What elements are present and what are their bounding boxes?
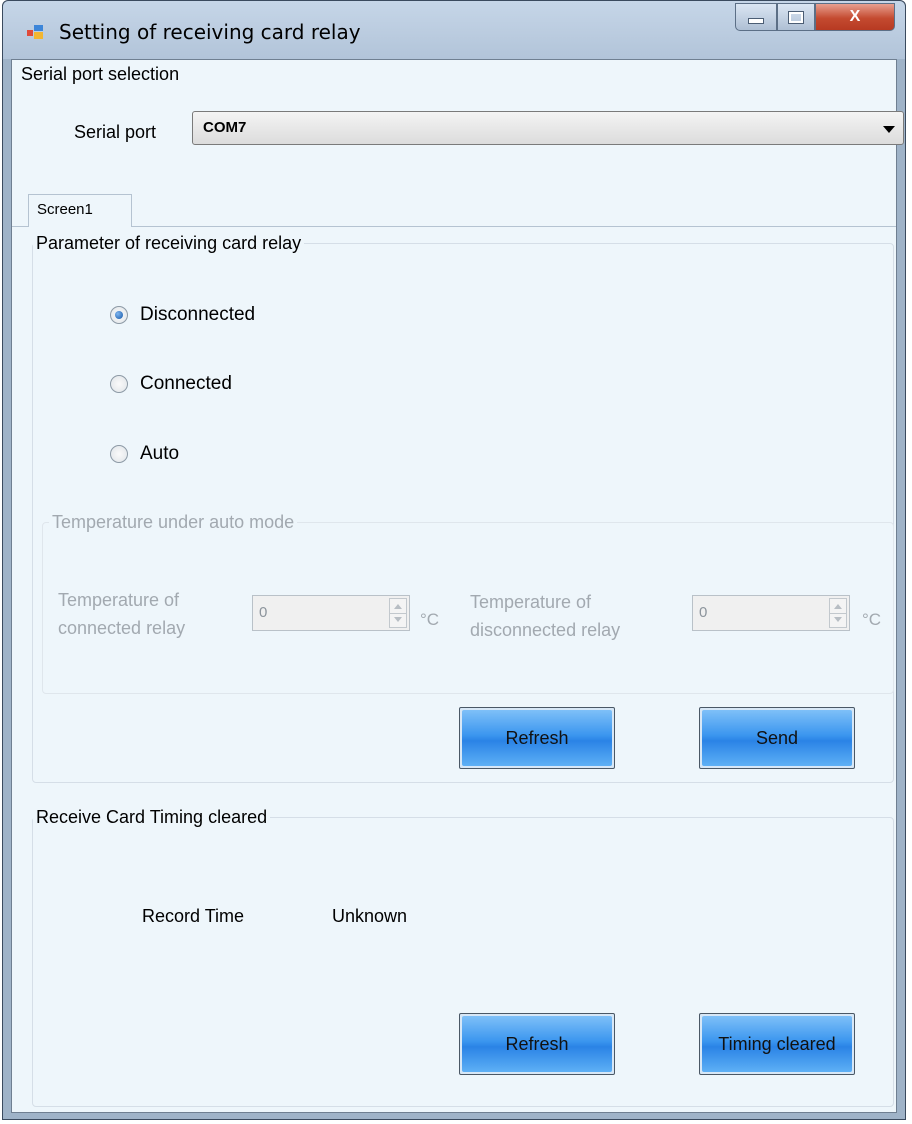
disconnected-temp-value: 0 (699, 604, 708, 621)
relay-send-button[interactable]: Send (699, 707, 855, 769)
radio-auto[interactable]: Auto (110, 441, 179, 467)
connected-temp-stepper[interactable] (389, 598, 407, 628)
minimize-button[interactable] (735, 3, 777, 31)
maximize-button[interactable] (777, 3, 815, 31)
disconnected-temp-unit: °C (862, 610, 882, 629)
timing-cleared-button[interactable]: Timing cleared (699, 1013, 855, 1075)
connected-temp-unit: °C (420, 610, 440, 629)
close-button[interactable]: X (815, 3, 895, 31)
radio-disconnected-label: Disconnected (140, 304, 256, 325)
chevron-down-icon (394, 617, 402, 622)
chevron-up-icon (394, 604, 402, 609)
radio-auto-label: Auto (140, 443, 180, 464)
connected-temp-label-line1: Temperature of (58, 590, 180, 610)
record-time-label: Record Time (142, 906, 245, 926)
serial-port-group-label: Serial port selection (18, 64, 183, 85)
dialog-window: Setting of receiving card relay X Serial… (2, 0, 906, 1120)
chevron-down-icon (883, 126, 895, 133)
chevron-up-icon (834, 604, 842, 609)
title-bar[interactable]: Setting of receiving card relay X (3, 1, 905, 59)
window-title: Setting of receiving card relay (59, 20, 361, 44)
tab-screen1-label: Screen1 (37, 201, 93, 218)
radio-disconnected-circle[interactable] (110, 306, 128, 324)
radio-connected-circle[interactable] (110, 375, 128, 393)
tab-strip: Screen1 (12, 188, 896, 227)
timing-refresh-button[interactable]: Refresh (459, 1013, 615, 1075)
tab-screen1[interactable]: Screen1 (28, 194, 132, 227)
chevron-down-icon (834, 617, 842, 622)
connected-temp-input[interactable]: 0 (252, 595, 410, 631)
serial-port-value: COM7 (203, 119, 247, 136)
minimize-icon (748, 18, 764, 24)
serial-port-select[interactable]: COM7 (192, 111, 904, 145)
radio-disconnected[interactable]: Disconnected (110, 302, 255, 328)
relay-parameter-group-label: Parameter of receiving card relay (33, 233, 305, 254)
timing-group-label: Receive Card Timing cleared (33, 807, 271, 828)
close-icon: X (849, 8, 861, 25)
connected-temp-label-line2: connected relay (58, 618, 186, 638)
connected-temp-value: 0 (259, 604, 268, 621)
relay-refresh-label: Refresh (505, 727, 569, 748)
relay-refresh-button[interactable]: Refresh (459, 707, 615, 769)
relay-send-label: Send (755, 727, 799, 748)
radio-auto-circle[interactable] (110, 445, 128, 463)
client-area: Serial port selection Serial port COM7 S… (11, 59, 904, 1113)
app-icon (27, 25, 43, 39)
auto-mode-group-label: Temperature under auto mode (49, 512, 298, 533)
timing-refresh-label: Refresh (505, 1033, 569, 1054)
timing-cleared-label: Timing cleared (718, 1033, 836, 1054)
record-time-value: Unknown (332, 906, 408, 926)
disconnected-temp-label-line1: Temperature of (470, 592, 592, 612)
disconnected-temp-label-line2: disconnected relay (470, 620, 621, 640)
stepper-divider (390, 613, 406, 614)
serial-port-label: Serial port (74, 122, 157, 142)
maximize-icon (788, 10, 804, 24)
disconnected-temp-input[interactable]: 0 (692, 595, 850, 631)
stepper-divider (830, 613, 846, 614)
radio-connected-label: Connected (140, 373, 232, 394)
radio-connected[interactable]: Connected (110, 371, 232, 397)
disconnected-temp-stepper[interactable] (829, 598, 847, 628)
